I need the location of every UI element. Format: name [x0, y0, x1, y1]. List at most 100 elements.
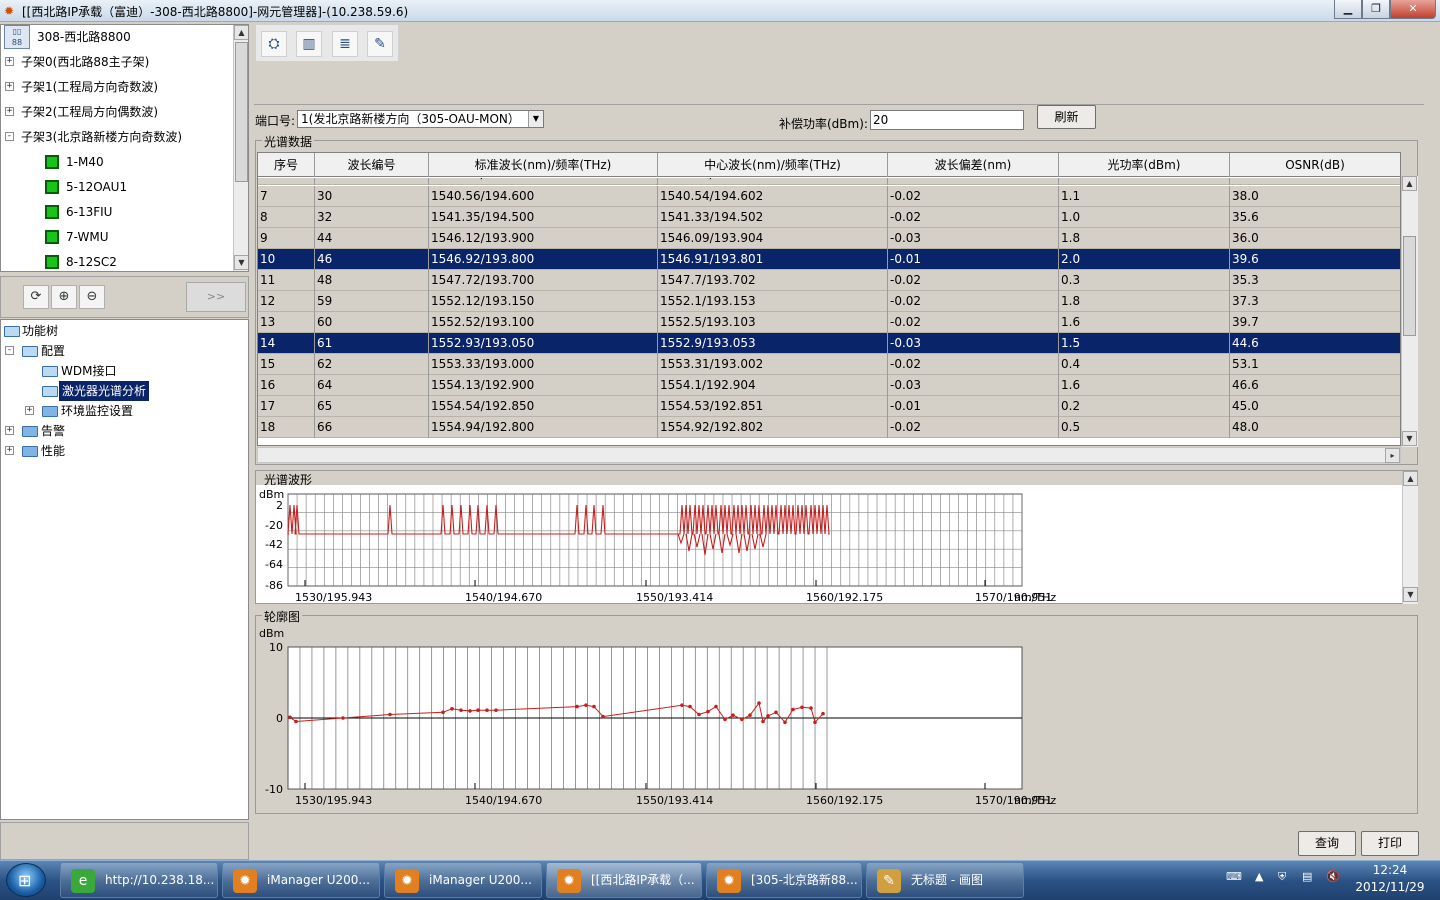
table-row[interactable]: 17 65 1554.54/192.850 1554.53/192.851 -0.01 0… — [258, 396, 1400, 417]
expand-icon[interactable]: + — [25, 406, 34, 415]
table-hscrollbar[interactable]: ▸ — [257, 447, 1401, 463]
table-row-partial[interactable]: 6281539.77/194.7001539.74/194.703-0.031.… — [258, 178, 1400, 185]
collapse-all-button[interactable]: ⊖ — [79, 285, 105, 309]
profile-point — [468, 709, 472, 713]
taskbar-item[interactable]: ✹ iManager U200... — [384, 862, 542, 898]
scroll-down-icon[interactable]: ▼ — [1402, 431, 1417, 446]
table-row[interactable]: 11 48 1547.72/193.700 1547.7/193.702 -0.02 0.… — [258, 270, 1400, 291]
column-header[interactable]: 标准波长(nm)/频率(THz) — [429, 153, 658, 177]
func-tree-root[interactable]: 功能树 — [1, 321, 241, 341]
expand-icon[interactable]: + — [5, 57, 14, 66]
refresh-button[interactable]: 刷新 — [1037, 105, 1096, 129]
board-item[interactable]: 8-12SC2 — [1, 251, 233, 271]
expand-icon[interactable]: + — [5, 82, 14, 91]
column-header[interactable]: 序号 — [258, 153, 315, 177]
database-button[interactable]: ≣ — [332, 31, 358, 57]
close-button[interactable]: ✕ — [1390, 0, 1436, 19]
table-row[interactable]: 16 64 1554.13/192.900 1554.1/192.904 -0.03 1.… — [258, 375, 1400, 396]
taskbar-item[interactable]: ✹ [[西北路IP承载（... — [546, 862, 702, 898]
expand-icon[interactable]: + — [5, 446, 14, 455]
start-button[interactable]: ⊞ — [6, 863, 46, 897]
function-tree: 功能树 - 配置 WDM接口 激光器光谱分析 + 环境监控设置 + 告警 + 性… — [0, 319, 249, 820]
profile-chart-svg: 10 0 -10 dBm 1530/195.943 1540/194.670 1550/19… — [259, 627, 1056, 807]
restore-button[interactable]: ❐ — [1362, 0, 1390, 19]
table-row[interactable]: 18 66 1554.94/192.800 1554.92/192.802 -0.02 0… — [258, 417, 1400, 438]
chevron-down-icon[interactable]: ▼ — [528, 111, 543, 127]
ne-tree-scrollbar[interactable]: ▲ ▼ — [233, 25, 248, 271]
table-cell: 39.7 — [1230, 312, 1400, 333]
scroll-down-icon[interactable]: ▼ — [1403, 587, 1418, 602]
clock[interactable]: 12:24 2012/11/29 — [1350, 862, 1430, 896]
table-row[interactable]: 8 32 1541.35/194.500 1541.33/194.502 -0.02 1.… — [258, 207, 1400, 228]
table-cell: 0.3 — [1059, 270, 1230, 291]
help-button[interactable]: ✎ — [367, 31, 393, 57]
subrack-item-1[interactable]: + 子架1(工程局方向奇数波) — [1, 76, 233, 98]
volume-muted-icon[interactable]: 🔇 — [1326, 870, 1340, 883]
table-row[interactable]: 7 30 1540.56/194.600 1540.54/194.602 -0.02 1.… — [258, 186, 1400, 207]
tray-expand-icon[interactable]: ▲ — [1255, 870, 1263, 883]
expand-icon[interactable]: + — [5, 426, 14, 435]
taskbar-item[interactable]: e http://10.238.18... — [60, 862, 218, 898]
taskbar-item[interactable]: ✎ 无标题 - 画图 — [866, 862, 1024, 898]
board-item[interactable]: 1-M40 — [1, 151, 233, 173]
board-item[interactable]: 7-WMU — [1, 226, 233, 248]
scroll-up-icon[interactable]: ▲ — [1403, 471, 1418, 486]
table-row[interactable]: 9 44 1546.12/193.900 1546.09/193.904 -0.03 1.… — [258, 228, 1400, 249]
print-button[interactable]: 打印 — [1361, 831, 1419, 856]
keyboard-icon[interactable]: ⌨ — [1226, 870, 1242, 883]
expand-all-button[interactable]: ⊕ — [51, 285, 77, 309]
table-cell: 1554.54/192.850 — [429, 396, 658, 417]
column-header[interactable]: 光功率(dBm) — [1059, 153, 1230, 177]
chart-scrollbar[interactable]: ▲ ▼ — [1402, 471, 1418, 604]
expand-icon[interactable]: + — [5, 107, 14, 116]
board-view-button[interactable]: ▥ — [296, 31, 322, 57]
table-cell: 1552.52/193.100 — [429, 312, 658, 333]
port-select[interactable]: 1(发北京路新楼方向（305-OAU-MON） ▼ — [297, 110, 544, 128]
func-tree-alarm[interactable]: + 告警 — [1, 421, 241, 441]
query-button[interactable]: 查询 — [1298, 831, 1356, 856]
func-tree-wdm[interactable]: WDM接口 — [1, 361, 241, 381]
column-header[interactable]: 波长编号 — [315, 153, 429, 177]
collapse-panel-button[interactable]: >> — [186, 282, 246, 312]
ne-root[interactable]: ▯▯ 88 308-西北路8800 — [1, 25, 233, 49]
taskbar-item[interactable]: ✹ iManager U200... — [222, 862, 380, 898]
power-input[interactable]: 20 — [870, 110, 1024, 130]
column-header[interactable]: OSNR(dB) — [1230, 153, 1400, 177]
refresh-tree-button[interactable]: ⟳ — [23, 285, 49, 309]
table-row[interactable]: 10 46 1546.92/193.800 1546.91/193.801 -0.01 2… — [258, 249, 1400, 270]
board-item[interactable]: 5-12OAU1 — [1, 176, 233, 198]
func-tree-config[interactable]: - 配置 — [1, 341, 241, 361]
board-item[interactable]: 6-13FIU — [1, 201, 233, 223]
table-cell: -0.02 — [888, 186, 1059, 207]
windows-logo-icon: ⊞ — [18, 871, 32, 890]
scroll-thumb[interactable] — [235, 42, 248, 182]
collapse-icon[interactable]: - — [5, 346, 14, 355]
table-row[interactable]: 15 62 1553.33/193.000 1553.31/193.002 -0.02 0… — [258, 354, 1400, 375]
scroll-thumb[interactable] — [1403, 236, 1416, 336]
func-tree-laser-spectrum[interactable]: 激光器光谱分析 — [1, 381, 241, 401]
column-header[interactable]: 波长偏差(nm) — [888, 153, 1059, 177]
table-cell: 38.0 — [1230, 186, 1400, 207]
column-header[interactable]: 中心波长(nm)/频率(THz) — [658, 153, 888, 177]
func-tree-env[interactable]: + 环境监控设置 — [1, 401, 241, 421]
minimize-button[interactable]: ▁ — [1334, 0, 1362, 19]
collapse-icon[interactable]: - — [5, 132, 14, 141]
scroll-up-icon[interactable]: ▲ — [1402, 176, 1417, 191]
subrack-item-0[interactable]: + 子架0(西北路88主子架) — [1, 51, 233, 73]
scroll-right-icon[interactable]: ▸ — [1385, 448, 1400, 463]
scroll-up-icon[interactable]: ▲ — [234, 25, 248, 40]
ne-config-button[interactable]: ⛭ — [261, 31, 287, 57]
table-scrollbar[interactable]: ▲ ▼ — [1401, 176, 1418, 447]
func-tree-perf[interactable]: + 性能 — [1, 441, 241, 461]
shield-icon[interactable]: ⛨ — [1278, 870, 1286, 884]
table-row[interactable]: 13 60 1552.52/193.100 1552.5/193.103 -0.02 1.… — [258, 312, 1400, 333]
table-row[interactable]: 12 59 1552.12/193.150 1552.1/193.153 -0.02 1.… — [258, 291, 1400, 312]
network-tray-icon[interactable]: ▤ — [1302, 870, 1312, 883]
profile-point — [288, 715, 292, 720]
profile-point — [494, 708, 498, 712]
scroll-down-icon[interactable]: ▼ — [234, 255, 248, 270]
table-row[interactable]: 14 61 1552.93/193.050 1552.9/193.053 -0.03 1.… — [258, 333, 1400, 354]
taskbar-item[interactable]: ✹ [305-北京路新88... — [706, 862, 862, 898]
subrack-item-3[interactable]: - 子架3(北京路新楼方向奇数波) — [1, 126, 233, 148]
subrack-item-2[interactable]: + 子架2(工程局方向偶数波) — [1, 101, 233, 123]
